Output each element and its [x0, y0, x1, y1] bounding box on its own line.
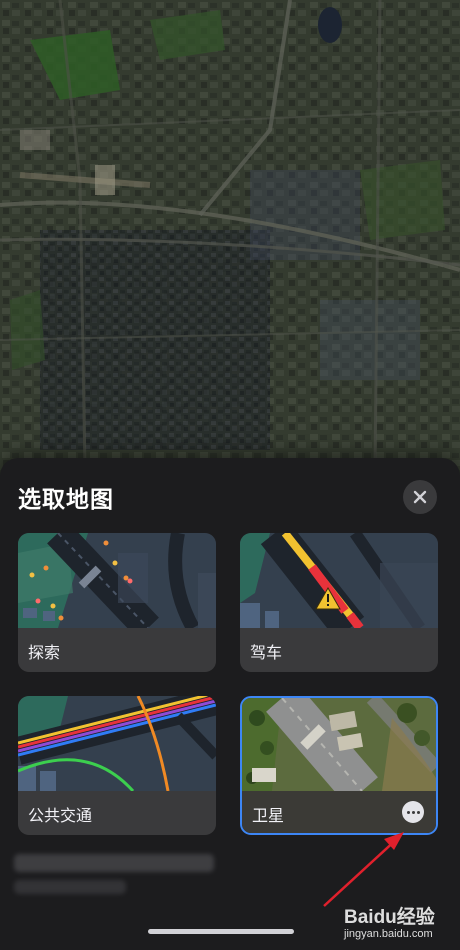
map-picker-sheet: 选取地图 探索 驾车 公共交通 卫星	[0, 458, 460, 950]
watermark-brand: Baidu经验	[344, 907, 435, 928]
home-indicator[interactable]	[148, 929, 294, 934]
driving-map-thumbnail	[240, 533, 438, 628]
watermark-url: jingyan.baidu.com	[344, 928, 433, 940]
map-option-label: 探索	[18, 628, 216, 672]
satellite-map-background[interactable]	[0, 0, 460, 470]
map-option-driving[interactable]: 驾车	[240, 533, 438, 672]
more-options-button[interactable]	[402, 801, 424, 823]
blurred-attribution-line	[14, 854, 214, 872]
map-option-label: 驾车	[240, 628, 438, 672]
satellite-map-thumbnail	[242, 698, 436, 793]
map-option-transit[interactable]: 公共交通	[18, 696, 216, 835]
map-option-explore[interactable]: 探索	[18, 533, 216, 672]
explore-map-thumbnail	[18, 533, 216, 628]
close-button[interactable]	[403, 480, 437, 514]
ellipsis-icon	[406, 810, 410, 814]
transit-map-thumbnail	[18, 696, 216, 791]
map-option-satellite[interactable]: 卫星	[240, 696, 438, 835]
blurred-attribution-line	[14, 880, 126, 894]
baidu-watermark: Baidu经验 jingyan.baidu.com	[330, 900, 460, 950]
map-option-label: 公共交通	[18, 791, 216, 835]
sheet-title: 选取地图	[18, 487, 114, 513]
close-icon	[413, 490, 427, 504]
